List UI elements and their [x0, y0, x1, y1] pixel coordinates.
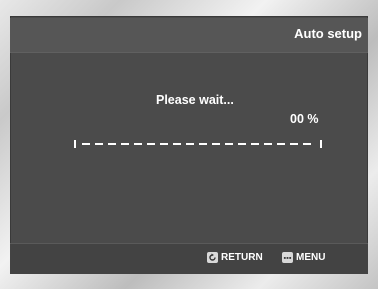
menu-label: MENU	[296, 252, 326, 263]
page-title: Auto setup	[294, 26, 362, 41]
return-label: RETURN	[221, 252, 263, 263]
return-icon	[207, 252, 218, 263]
menu-icon	[282, 252, 293, 263]
wait-message: Please wait...	[156, 93, 234, 107]
progress-end-cap	[320, 140, 322, 148]
return-button[interactable]: RETURN	[207, 252, 263, 263]
osd-screen: Auto setup Please wait... 00 % RETURN ME…	[10, 16, 368, 274]
progress-percent: 00 %	[290, 112, 319, 126]
menu-button[interactable]: MENU	[282, 252, 325, 263]
header-bar: Auto setup	[10, 18, 368, 53]
progress-bar	[74, 140, 322, 148]
footer-bar: RETURN MENU	[10, 243, 368, 274]
progress-track	[82, 143, 314, 145]
progress-start-cap	[74, 140, 76, 148]
